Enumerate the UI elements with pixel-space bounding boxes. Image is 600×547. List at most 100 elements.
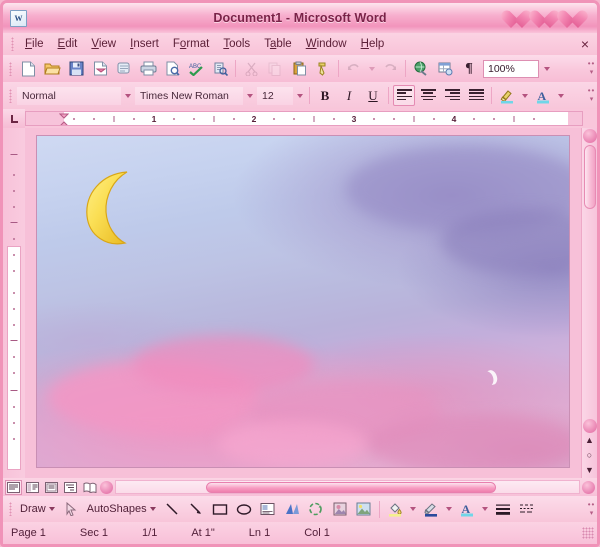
wordart-icon[interactable] xyxy=(281,499,303,520)
horizontal-scroll-track[interactable] xyxy=(115,480,580,494)
copy-icon[interactable] xyxy=(264,58,286,79)
vertical-scroll-thumb[interactable] xyxy=(583,145,596,209)
menu-view[interactable]: View xyxy=(84,36,123,52)
drawing-toolbar-grip[interactable] xyxy=(9,502,12,516)
autoshapes-menu-button[interactable]: AutoShapes xyxy=(83,503,160,515)
search-icon[interactable] xyxy=(113,58,135,79)
spelling-grammar-icon[interactable]: ABC xyxy=(185,58,207,79)
align-left-icon[interactable] xyxy=(393,85,415,106)
bold-button[interactable]: B xyxy=(314,85,336,106)
justify-icon[interactable] xyxy=(465,85,487,106)
close-button[interactable] xyxy=(565,6,591,30)
standard-toolbar-grip[interactable] xyxy=(9,61,12,76)
close-document-button[interactable]: × xyxy=(581,36,589,52)
insert-picture-icon[interactable] xyxy=(353,499,375,520)
menu-tools[interactable]: Tools xyxy=(216,36,257,52)
select-objects-icon[interactable] xyxy=(60,499,82,520)
style-combo[interactable]: Normal xyxy=(17,86,121,105)
toolbar-overflow[interactable]: •• ▾ xyxy=(586,57,597,81)
undo-dropdown[interactable] xyxy=(366,66,378,71)
menu-insert[interactable]: Insert xyxy=(123,36,166,52)
zoom-dropdown-arrow[interactable] xyxy=(541,66,553,71)
view-web-layout[interactable] xyxy=(24,480,41,495)
print-icon[interactable] xyxy=(137,58,159,79)
formatting-toolbar-grip[interactable] xyxy=(9,88,12,103)
rectangle-icon[interactable] xyxy=(209,499,231,520)
format-painter-icon[interactable] xyxy=(312,58,334,79)
show-formatting-icon[interactable]: ¶ xyxy=(458,58,480,79)
indent-marker[interactable] xyxy=(59,113,69,125)
italic-button[interactable]: I xyxy=(338,85,360,106)
oval-icon[interactable] xyxy=(233,499,255,520)
font-dropdown-arrow[interactable] xyxy=(244,93,256,98)
menu-help[interactable]: Help xyxy=(354,36,392,52)
cut-icon[interactable] xyxy=(240,58,262,79)
scroll-up-button[interactable] xyxy=(582,129,597,143)
align-center-icon[interactable] xyxy=(417,85,439,106)
underline-button[interactable]: U xyxy=(362,85,384,106)
email-icon[interactable] xyxy=(89,58,111,79)
document-scroll-area[interactable] xyxy=(25,128,581,478)
line-icon[interactable] xyxy=(161,499,183,520)
menu-table[interactable]: Table xyxy=(257,36,299,52)
scroll-left-button[interactable] xyxy=(100,480,113,494)
menu-file[interactable]: File xyxy=(18,36,51,52)
vertical-ruler[interactable] xyxy=(3,128,25,478)
undo-icon[interactable] xyxy=(343,58,365,79)
research-icon[interactable] xyxy=(209,58,231,79)
draw-menu-button[interactable]: Draw xyxy=(16,503,59,515)
print-preview-icon[interactable] xyxy=(161,58,183,79)
menu-format[interactable]: Format xyxy=(166,36,216,52)
text-box-icon[interactable] xyxy=(257,499,279,520)
diagram-icon[interactable] xyxy=(305,499,327,520)
insert-hyperlink-icon[interactable] xyxy=(410,58,432,79)
view-outline[interactable] xyxy=(62,480,79,495)
redo-icon[interactable] xyxy=(379,58,401,79)
font-color-dropdown-arrow[interactable] xyxy=(555,93,567,98)
style-dropdown-arrow[interactable] xyxy=(122,93,134,98)
font-combo[interactable]: Times New Roman xyxy=(135,86,243,105)
drawing-toolbar-overflow[interactable]: •• ▾ xyxy=(586,497,597,521)
clip-art-icon[interactable] xyxy=(329,499,351,520)
line-style-icon[interactable] xyxy=(492,499,514,520)
scroll-right-button[interactable] xyxy=(582,480,595,494)
tables-borders-icon[interactable] xyxy=(434,58,456,79)
new-document-icon[interactable] xyxy=(17,58,39,79)
paste-icon[interactable] xyxy=(288,58,310,79)
horizontal-scroll-thumb[interactable] xyxy=(206,481,496,493)
browse-previous-button[interactable]: ▲ xyxy=(583,433,596,446)
document-page[interactable] xyxy=(36,135,570,468)
line-color-dropdown-arrow[interactable] xyxy=(443,507,455,511)
highlight-dropdown-arrow[interactable] xyxy=(519,93,531,98)
fill-color-dropdown-arrow[interactable] xyxy=(407,507,419,511)
font-color-icon[interactable]: A xyxy=(456,499,478,520)
menu-window[interactable]: Window xyxy=(299,36,354,52)
highlight-color-icon[interactable] xyxy=(496,85,518,106)
font-size-combo[interactable]: 12 xyxy=(257,86,293,105)
font-size-dropdown-arrow[interactable] xyxy=(294,93,306,98)
save-icon[interactable] xyxy=(65,58,87,79)
vertical-scrollbar[interactable]: ▲ ○ ▼ xyxy=(581,128,597,478)
font-color-dropdown-arrow[interactable] xyxy=(479,507,491,511)
view-normal[interactable] xyxy=(5,479,22,495)
view-print-layout[interactable] xyxy=(43,480,60,495)
align-right-icon[interactable] xyxy=(441,85,463,106)
zoom-combo[interactable]: 100% xyxy=(483,59,539,78)
horizontal-ruler[interactable]: 1 2 3 4 xyxy=(25,111,583,126)
dash-style-icon[interactable] xyxy=(516,499,538,520)
select-browse-object-button[interactable]: ○ xyxy=(583,448,596,461)
font-color-icon[interactable]: A xyxy=(532,85,554,106)
view-reading[interactable] xyxy=(81,480,98,495)
tab-stop-selector[interactable] xyxy=(3,109,25,128)
formatting-toolbar-overflow[interactable]: •• ▾ xyxy=(586,84,597,108)
fill-color-icon[interactable] xyxy=(384,499,406,520)
status-pages: 1/1 xyxy=(142,527,158,539)
menu-edit[interactable]: Edit xyxy=(51,36,85,52)
open-folder-icon[interactable] xyxy=(41,58,63,79)
resize-grip[interactable] xyxy=(582,527,594,539)
scroll-down-button[interactable] xyxy=(582,419,597,433)
browse-next-button[interactable]: ▼ xyxy=(583,463,596,476)
line-color-icon[interactable] xyxy=(420,499,442,520)
menubar-grip[interactable] xyxy=(11,37,14,51)
arrow-icon[interactable] xyxy=(185,499,207,520)
